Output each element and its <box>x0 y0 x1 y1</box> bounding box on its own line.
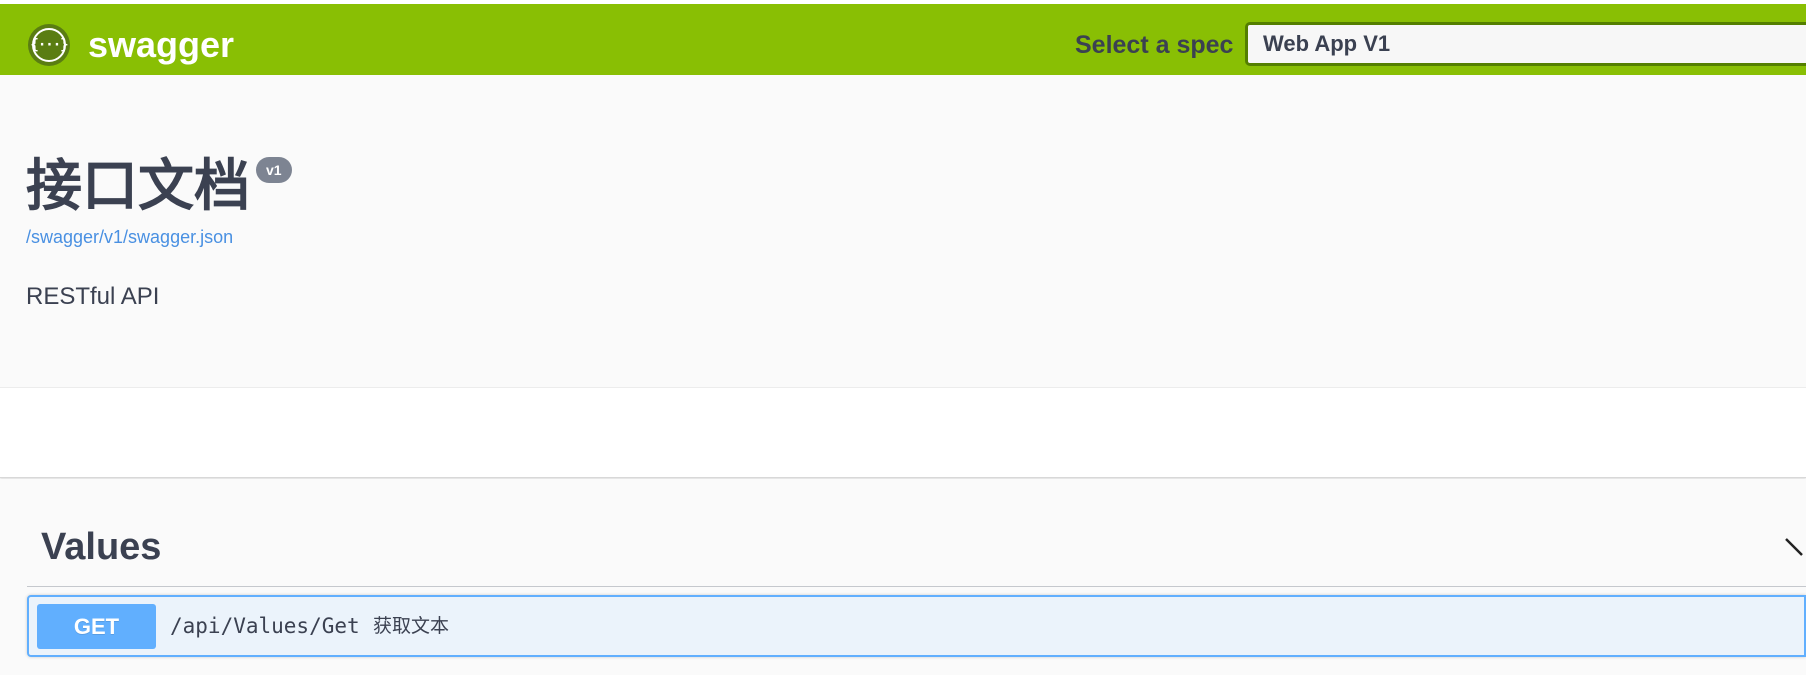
version-badge: v1 <box>256 157 292 183</box>
api-description: RESTful API <box>26 283 160 310</box>
brand-link[interactable]: {···} swagger <box>28 24 234 66</box>
brand-name: swagger <box>88 24 235 65</box>
spec-select[interactable]: Web App V1 <box>1245 22 1806 66</box>
tag-name: Values <box>41 526 162 568</box>
swagger-logo-icon: {···} <box>28 24 70 66</box>
operations-section: Values GET /api/Values/Get 获取文本 <box>0 479 1806 675</box>
tag-header-values[interactable]: Values <box>27 479 1806 587</box>
scheme-container <box>0 388 1806 478</box>
chevron-icon[interactable] <box>1782 535 1806 559</box>
logo-glyph: {···} <box>30 28 69 62</box>
title-row: 接口文档 v1 <box>26 155 292 219</box>
info-section: 接口文档 v1 /swagger/v1/swagger.json RESTful… <box>0 75 1806 388</box>
page-title: 接口文档 <box>26 154 250 219</box>
operation-summary: 获取文本 <box>373 615 450 637</box>
operation-get-values[interactable]: GET /api/Values/Get 获取文本 <box>27 595 1806 657</box>
method-badge: GET <box>37 604 156 649</box>
spec-url-link[interactable]: /swagger/v1/swagger.json <box>26 227 233 248</box>
topbar: {···} swagger Select a spec Web App V1 <box>0 0 1806 75</box>
operation-path: /api/Values/Get <box>170 614 360 638</box>
spec-select-label: Select a spec <box>1075 31 1234 59</box>
